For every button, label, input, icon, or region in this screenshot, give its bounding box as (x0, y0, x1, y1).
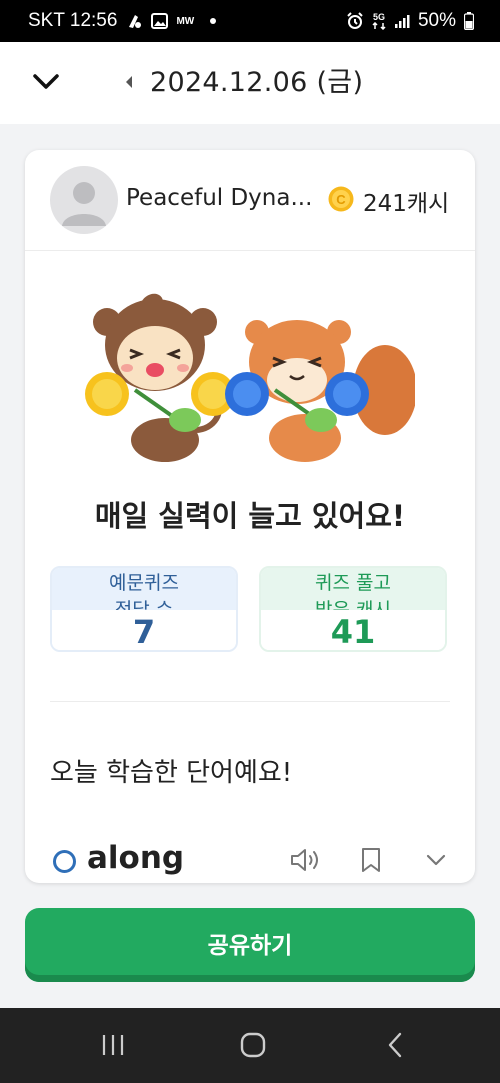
status-bar: SKT 12:56 MW 5G 50% (0, 0, 500, 42)
recent-apps-icon (102, 1035, 124, 1055)
word-text: along (87, 840, 185, 876)
username: Peaceful Dyna... (126, 185, 313, 211)
default-avatar-icon (62, 182, 106, 226)
profile-row: Peaceful Dyna... C 241캐시 (25, 150, 475, 251)
image-icon (151, 13, 169, 29)
divider (50, 701, 450, 702)
coin-icon: C (328, 186, 354, 212)
stat-value: 41 (261, 610, 445, 650)
battery-percent: 50% (417, 10, 456, 31)
stat-label-line2: 정답 수 (114, 599, 174, 610)
recent-apps-button[interactable] (98, 1028, 128, 1062)
cheering-mascots-illustration (85, 293, 415, 462)
caret-left-icon (126, 76, 132, 88)
squirrel-mascot (225, 320, 415, 462)
stat-label: 예문퀴즈 정답 수 (52, 568, 236, 610)
back-button[interactable] (380, 1028, 410, 1062)
stat-label-line1: 퀴즈 풀고 (315, 572, 391, 594)
collapse-button[interactable] (30, 66, 62, 98)
learned-words-title: 오늘 학습한 단어예요! (50, 758, 293, 788)
speaker-icon[interactable] (289, 846, 321, 874)
avatar (50, 166, 118, 234)
svg-text:C: C (336, 192, 346, 207)
network-label: 5G (372, 12, 385, 22)
cash-amount: 241캐시 (363, 191, 450, 217)
stat-label-line1: 예문퀴즈 (109, 572, 179, 594)
app-notification-icon (125, 12, 143, 30)
chevron-down-icon (33, 74, 59, 89)
word-list-item[interactable]: along (25, 840, 475, 883)
correct-circle-icon (53, 850, 76, 873)
date-title: 2024.12.06 (금) (150, 67, 364, 98)
headline: 매일 실력이 늘고 있어요! (94, 499, 406, 533)
top-header: 2024.12.06 (금) (0, 42, 500, 124)
stat-label-line2: 받은 캐시 (315, 599, 391, 610)
share-button[interactable]: 공유하기 (25, 908, 475, 982)
home-button[interactable] (238, 1028, 268, 1062)
back-icon (388, 1032, 402, 1058)
alarm-icon (346, 12, 364, 30)
home-icon (240, 1032, 266, 1058)
bookmark-icon[interactable] (359, 846, 383, 874)
previous-date-button[interactable] (122, 72, 136, 92)
network-5g-icon: 5G (372, 12, 386, 30)
system-navigation-bar (0, 1008, 500, 1083)
chevron-down-icon[interactable] (425, 848, 447, 872)
stat-label: 퀴즈 풀고 받은 캐시 (261, 568, 445, 610)
more-notifications-dot (210, 18, 217, 24)
daily-result-card: Peaceful Dyna... C 241캐시 매일 실력이 늘고 있어요! … (25, 150, 475, 883)
monkey-mascot (85, 293, 235, 462)
status-small-label: MW (176, 15, 195, 27)
quiz-earned-cash-box: 퀴즈 풀고 받은 캐시 41 (259, 566, 447, 652)
battery-icon (464, 12, 474, 30)
quiz-correct-count-box: 예문퀴즈 정답 수 7 (50, 566, 238, 652)
signal-icon (394, 13, 410, 29)
stat-value: 7 (52, 610, 236, 650)
status-time: SKT 12:56 (28, 10, 118, 31)
